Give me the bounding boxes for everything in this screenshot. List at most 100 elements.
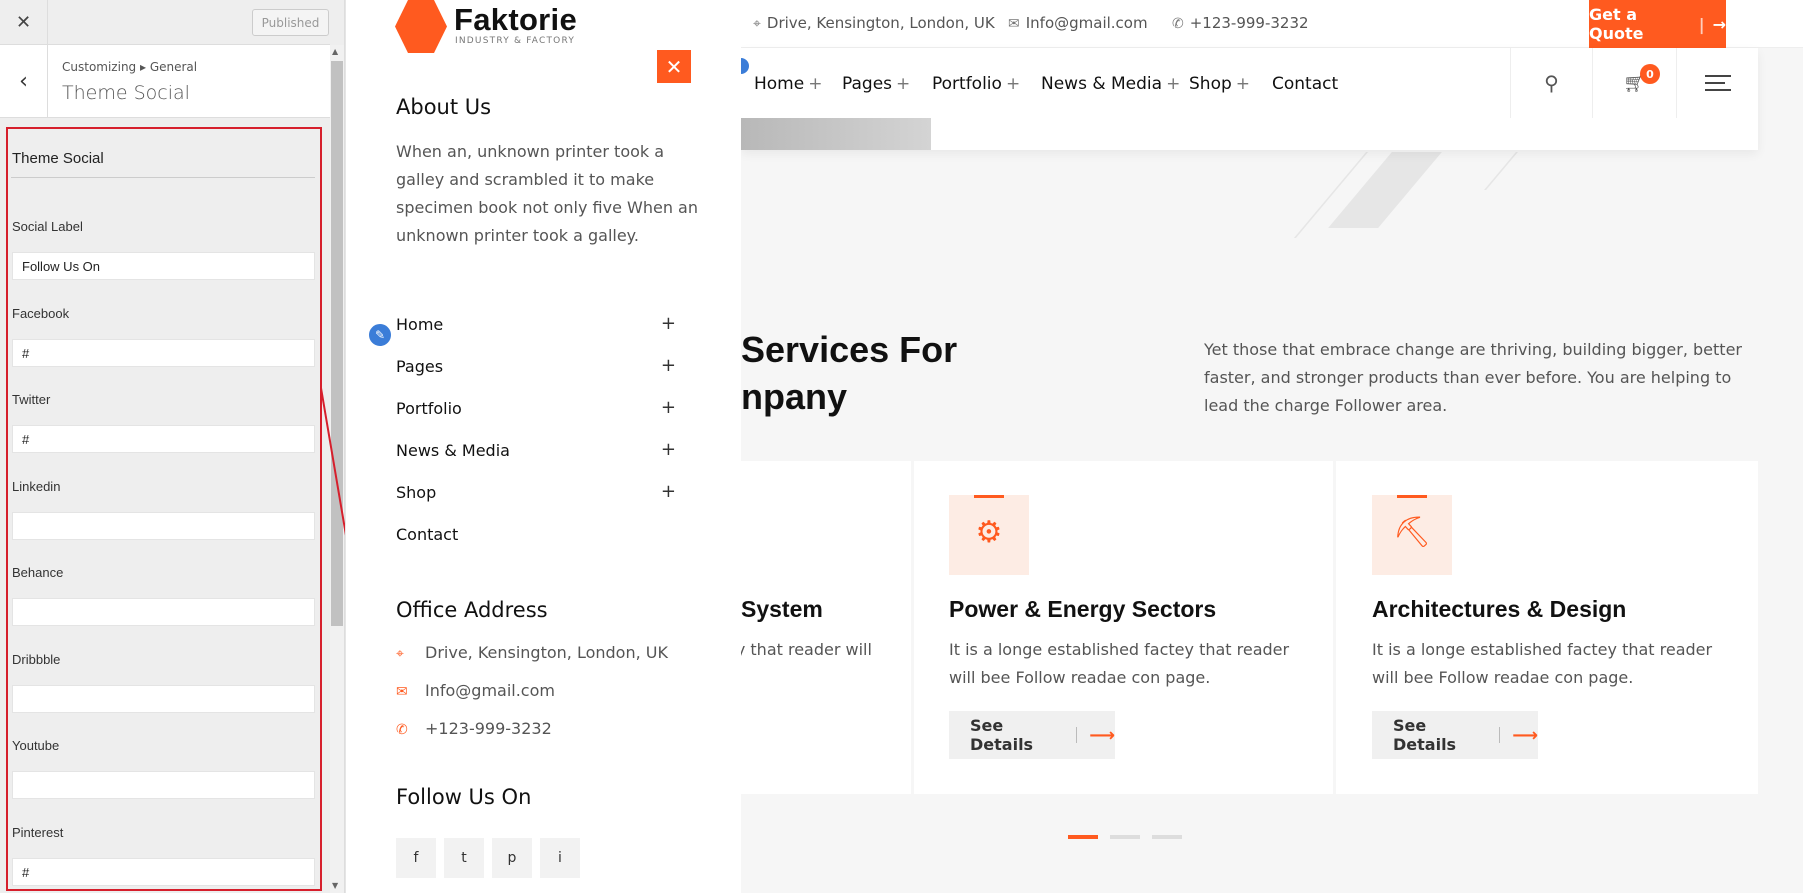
menu-item-shop[interactable]: Shop + [396,481,676,511]
separator: | [1698,14,1705,34]
search-icon: ⚲ [1544,71,1559,95]
twitter-label: Twitter [12,392,51,407]
get-quote-button[interactable]: Get a Quote | → [1589,0,1726,48]
menu-item-news-media[interactable]: News & Media + [396,439,676,469]
social-label-input[interactable]: Follow Us On [12,252,315,280]
see-details-label: See Details [1393,716,1457,754]
slider-dot-active[interactable] [1068,835,1098,839]
menu-item-contact[interactable]: Contact [396,525,676,553]
see-details-label: See Details [970,716,1034,754]
linkedin-input[interactable] [12,512,315,540]
nav-news-media[interactable]: News & Media + [1041,74,1180,94]
logo-name[interactable]: Faktorie [454,2,577,38]
behance-input[interactable] [12,598,315,626]
hamburger-icon [1704,82,1725,84]
youtube-input[interactable] [12,771,315,799]
get-quote-label: Get a Quote [1589,5,1644,43]
phone-icon: ✆ [1172,16,1184,32]
menu-item-label: News & Media [396,441,510,460]
hamburger-icon [1704,89,1731,91]
gear-icon: ⚙ [975,515,1003,550]
chevron-left-icon: ‹ [19,69,28,94]
section-title: Theme Social [62,82,190,104]
published-button[interactable]: Published [252,9,329,36]
menu-item-label: Portfolio [396,399,462,418]
card-title: System [741,596,823,622]
plus-icon[interactable]: + [661,355,676,376]
menu-item-home[interactable]: Home + [396,313,676,343]
pinterest-input[interactable]: # [12,858,315,886]
plus-icon[interactable]: + [661,397,676,418]
plus-icon: + [896,74,911,94]
back-button[interactable]: ‹ [0,45,48,118]
top-email[interactable]: ✉ Info@gmail.com [1008,14,1148,32]
nav-portfolio[interactable]: Portfolio + [932,74,1020,94]
services-description: Yet those that embrace change are thrivi… [1204,340,1742,415]
pinterest-label: Pinterest [12,825,64,840]
menu-item-pages[interactable]: Pages + [396,355,676,385]
scroll-up-icon[interactable]: ▲ [332,47,338,56]
office-email[interactable]: ✉ Info@gmail.com [396,681,555,700]
search-button[interactable]: ⚲ [1510,48,1592,118]
see-details-button[interactable]: See Details ⟶ [949,711,1115,759]
see-details-button[interactable]: See Details ⟶ [1372,711,1538,759]
card-text: It is a longe established factey that re… [1372,640,1713,687]
plus-icon: + [808,74,823,94]
customizer-header: ✕ Published [0,0,330,45]
card-icon-box: ⛏ [1372,495,1452,575]
nav-news-label: News & Media [1041,74,1163,94]
pencil-icon[interactable]: ✎ [367,322,393,348]
close-icon: ✕ [665,54,683,79]
instagram-icon[interactable]: i [540,838,580,878]
office-address: ⌖ Drive, Kensington, London, UK [396,643,668,662]
behance-label: Behance [12,565,64,580]
plus-icon[interactable]: + [661,481,676,502]
office-phone-text: +123-999-3232 [425,719,552,738]
nav-home[interactable]: Home + [754,74,822,94]
top-phone-text: +123-999-3232 [1189,14,1309,32]
youtube-label: Youtube [12,738,60,753]
nav-shop[interactable]: Shop + [1189,74,1250,94]
mail-icon: ✉ [1008,16,1020,32]
close-customizer-button[interactable]: ✕ [0,0,48,45]
pinterest-icon[interactable]: p [492,838,532,878]
breadcrumb: Customizing ▸ General [62,60,198,74]
twitter-input[interactable]: # [12,425,315,453]
top-phone[interactable]: ✆ +123-999-3232 [1172,14,1309,32]
separator [1499,727,1501,743]
card-text: ey that reader will [726,640,872,659]
close-menu-button[interactable]: ✕ [657,50,691,83]
card-title: Power & Energy Sectors [949,596,1217,622]
office-phone[interactable]: ✆ +123-999-3232 [396,719,552,738]
menu-toggle-button[interactable] [1676,48,1758,118]
phone-icon: ✆ [396,722,408,738]
dribbble-input[interactable] [12,685,315,713]
mail-icon: ✉ [396,684,408,700]
card-icon-bar [1397,495,1427,498]
about-text: When an, unknown printer took a galley a… [396,142,698,245]
plus-icon: + [1235,74,1251,94]
plus-icon[interactable]: + [661,439,676,460]
scroll-down-icon[interactable]: ▼ [332,881,338,890]
plus-icon[interactable]: + [661,313,676,334]
theme-social-heading: Theme Social [12,150,104,167]
about-title: About Us [396,95,492,119]
cart-button[interactable]: 🛒︎ [1592,48,1676,118]
services-heading: Services For npany [741,326,957,420]
facebook-input[interactable]: # [12,339,315,367]
card-icon-box: ⚙ [949,495,1029,575]
menu-item-label: Contact [396,525,459,544]
close-icon: ✕ [15,12,32,33]
plus-icon: + [1005,74,1021,94]
nav-pages[interactable]: Pages + [842,74,910,94]
location-icon: ⌖ [396,646,404,662]
slider-dot[interactable] [1152,835,1182,839]
hamburger-icon [1704,75,1731,77]
arrow-right-icon: ⟶ [1512,724,1538,746]
logo-tagline: INDUSTRY & FACTORY [455,36,576,46]
nav-contact[interactable]: Contact [1272,74,1338,94]
facebook-icon[interactable]: f [396,838,436,878]
slider-dot[interactable] [1110,835,1140,839]
twitter-icon[interactable]: t [444,838,484,878]
menu-item-portfolio[interactable]: Portfolio + [396,397,676,427]
